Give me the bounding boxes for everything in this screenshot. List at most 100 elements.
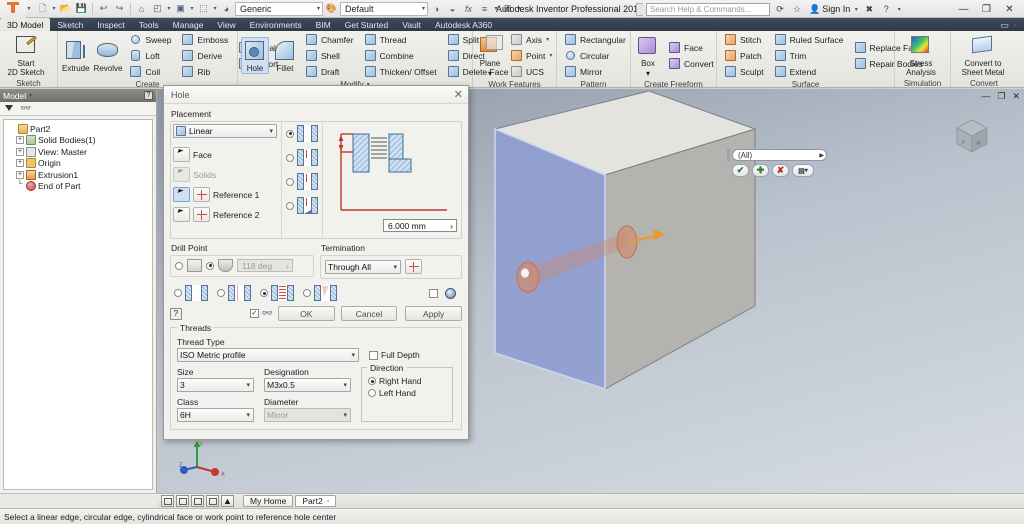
spotface-hole-option[interactable] xyxy=(286,173,322,190)
left-hand-option[interactable]: Left Hand xyxy=(368,387,446,399)
return-caret[interactable]: ▾ xyxy=(166,5,172,12)
expander-extrusion1[interactable]: + xyxy=(16,170,24,179)
reference2-point-button[interactable] xyxy=(193,207,210,222)
countersink-hole-option[interactable] xyxy=(286,197,322,214)
reference1-point-button[interactable] xyxy=(193,187,210,202)
document-tab-part2[interactable]: Part2 ▫ xyxy=(295,495,337,507)
cancel-button[interactable]: Cancel xyxy=(340,306,398,321)
rib-button[interactable]: Rib xyxy=(177,64,232,79)
full-depth-row[interactable]: Full Depth xyxy=(369,350,420,362)
mirror-button[interactable]: Mirror xyxy=(560,64,630,79)
preview-toggle[interactable]: ✓ 👓 xyxy=(249,308,273,319)
thread-button[interactable]: Thread xyxy=(360,32,441,47)
coil-button[interactable]: Coil xyxy=(125,64,175,79)
face-selector-row[interactable]: Face xyxy=(173,147,281,162)
ribbon-display-caret[interactable]: ▾ xyxy=(1012,22,1018,29)
diameter-combo[interactable]: Minor ▾ xyxy=(264,408,351,422)
a360-icon[interactable]: ✖ xyxy=(862,2,876,16)
point-button[interactable]: Point ▾ xyxy=(506,48,556,63)
part-solid-body[interactable] xyxy=(487,91,757,401)
new-file-caret[interactable]: ▾ xyxy=(51,5,57,12)
help-icon[interactable]: ? xyxy=(879,2,893,16)
help-caret[interactable]: ▾ xyxy=(896,6,902,13)
face-select-button[interactable] xyxy=(173,147,190,162)
select-filter-caret[interactable]: ▾ xyxy=(212,5,218,12)
plane-caret[interactable]: ▾ xyxy=(488,69,492,79)
tree-item-part2[interactable]: Part2 xyxy=(6,123,150,135)
convert-sheet-metal-button[interactable]: Convert to Sheet Metal xyxy=(954,32,1012,78)
tab-autodesk-a360[interactable]: Autodesk A360 xyxy=(428,18,499,31)
combine-button[interactable]: Combine xyxy=(360,48,441,63)
document-tab-my-home[interactable]: My Home xyxy=(243,495,294,507)
mini-apply-button[interactable]: ✚ xyxy=(752,164,769,177)
tab-inspect[interactable]: Inspect xyxy=(90,18,131,31)
material-combo[interactable]: Generic ▾ xyxy=(235,1,323,16)
sign-in-caret[interactable]: ▾ xyxy=(853,6,859,13)
rectangular-pattern-button[interactable]: Rectangular xyxy=(560,32,630,47)
draft-button[interactable]: Draft xyxy=(301,64,358,79)
update-caret[interactable]: ▾ xyxy=(189,5,195,12)
tab-sketch[interactable]: Sketch xyxy=(50,18,90,31)
counterbore-hole-radio[interactable] xyxy=(286,153,294,162)
simple-hole-radio[interactable] xyxy=(286,129,294,138)
fx-parameters-icon[interactable]: fx xyxy=(461,1,476,16)
hole-dialog-title-bar[interactable]: Hole ✕ xyxy=(164,86,468,104)
view-layout-3-button[interactable] xyxy=(191,495,204,507)
minimize-button[interactable]: — xyxy=(957,4,970,15)
simple-hole-option[interactable] xyxy=(286,125,322,142)
drill-point-angle-arrow-icon[interactable]: › xyxy=(286,261,289,271)
sweep-button[interactable]: Sweep xyxy=(125,32,175,47)
drill-point-angle-radio[interactable] xyxy=(206,261,214,270)
stress-analysis-button[interactable]: Stress Analysis xyxy=(898,32,944,78)
apply-button[interactable]: Apply xyxy=(405,306,462,321)
hole-dialog[interactable]: Hole ✕ Placement Linear ▾ Face Solids Re… xyxy=(163,85,469,440)
adjust-icon[interactable]: ◒ xyxy=(445,1,460,16)
tapped-hole-kind-option[interactable] xyxy=(260,285,294,301)
mini-ok-button[interactable]: ✔ xyxy=(732,164,749,177)
circular-pattern-button[interactable]: Circular xyxy=(560,48,630,63)
appearance-sphere-icon[interactable]: ◕ xyxy=(219,1,234,16)
share-icon[interactable]: ⟳ xyxy=(773,2,787,16)
tab-tools[interactable]: Tools xyxy=(132,18,166,31)
solids-selection-input[interactable]: (All) ▶ xyxy=(732,149,827,161)
thread-type-combo[interactable]: ISO Metric profile ▾ xyxy=(177,348,359,362)
favorites-star-icon[interactable]: ☆ xyxy=(790,2,804,16)
tab-view[interactable]: View xyxy=(210,18,242,31)
tab-scroll-up-button[interactable]: ▲ xyxy=(221,495,234,507)
tree-item-end-of-part[interactable]: └ End of Part xyxy=(6,181,150,193)
update-icon[interactable]: ▣ xyxy=(173,1,188,16)
viewport-minimize-button[interactable]: — xyxy=(981,91,990,102)
designation-combo[interactable]: M3x0.5 ▾ xyxy=(264,378,351,392)
sculpt-button[interactable]: Sculpt xyxy=(720,64,768,79)
browser-caret-icon[interactable]: ▾ xyxy=(29,92,32,99)
inventor-logo[interactable] xyxy=(0,0,26,18)
reference1-selector-row[interactable]: Reference 1 xyxy=(173,187,281,202)
expander-solid-bodies[interactable]: + xyxy=(16,136,24,145)
tapped-hole-kind-radio[interactable] xyxy=(260,289,268,297)
emboss-button[interactable]: Emboss xyxy=(177,32,232,47)
ruled-surface-button[interactable]: Ruled Surface xyxy=(770,32,848,47)
shell-button[interactable]: Shell xyxy=(301,48,358,63)
redo-icon[interactable]: ↪ xyxy=(112,1,127,16)
save-icon[interactable]: 💾 xyxy=(74,1,89,16)
tab-environments[interactable]: Environments xyxy=(243,18,309,31)
plane-button[interactable]: Plane ▾ xyxy=(476,32,504,79)
drill-point-flat-icon[interactable] xyxy=(187,259,202,272)
document-tab-part2-close-icon[interactable]: ▫ xyxy=(327,498,329,505)
hole-button[interactable]: Hole xyxy=(241,36,269,75)
tree-item-solid-bodies[interactable]: + Solid Bodies(1) xyxy=(6,135,150,147)
close-button[interactable]: ✕ xyxy=(1003,4,1016,15)
axis-button[interactable]: Axis ▾ xyxy=(506,32,556,47)
appearance-combo[interactable]: Default ▾ xyxy=(340,1,428,16)
right-hand-radio[interactable] xyxy=(368,377,376,385)
select-filter-icon[interactable]: ⬚ xyxy=(196,1,211,16)
tab-vault[interactable]: Vault xyxy=(395,18,428,31)
mini-options-menu-button[interactable]: ▤ ▾ xyxy=(792,164,814,177)
reference1-select-button[interactable] xyxy=(173,187,190,202)
patch-button[interactable]: Patch xyxy=(720,48,768,63)
mini-toolbar-grip[interactable] xyxy=(727,149,730,161)
sign-in-button[interactable]: 👤 Sign In xyxy=(809,4,850,15)
ok-button[interactable]: OK xyxy=(277,306,335,321)
box-freeform-caret[interactable]: ▾ xyxy=(646,69,650,79)
clearance-hole-kind-option[interactable] xyxy=(217,285,251,301)
